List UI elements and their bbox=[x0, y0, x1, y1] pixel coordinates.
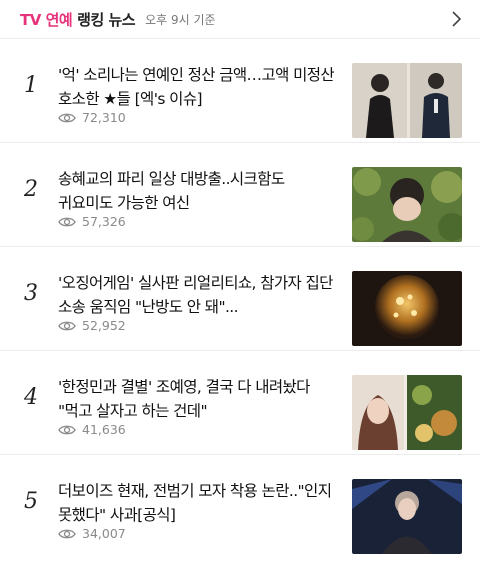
news-item[interactable]: 5 더보이즈 현재, 전범기 모자 착용 논란.."인지 못했다" 사과[공식]… bbox=[0, 455, 480, 558]
news-headline[interactable]: 더보이즈 현재, 전범기 모자 착용 논란.."인지 못했다" 사과[공식] bbox=[58, 479, 340, 527]
news-thumbnail[interactable] bbox=[352, 375, 462, 450]
eye-icon bbox=[58, 321, 76, 330]
news-thumbnail[interactable] bbox=[352, 63, 462, 138]
ranking-header[interactable]: TV 연예 랭킹 뉴스 오후 9시 기준 bbox=[0, 0, 480, 38]
news-thumbnail[interactable] bbox=[352, 167, 462, 242]
ranking-timestamp: 오후 9시 기준 bbox=[145, 12, 216, 27]
news-item[interactable]: 1 '억' 소리나는 연예인 정산 금액…고액 미정산 호소한 ★들 [엑's … bbox=[0, 39, 480, 143]
eye-icon bbox=[58, 217, 76, 226]
view-count-value: 72,310 bbox=[82, 110, 126, 125]
view-count: 34,007 bbox=[58, 526, 126, 541]
view-count: 52,952 bbox=[58, 318, 126, 333]
news-headline[interactable]: 송혜교의 파리 일상 대방출..시크함도 귀요미도 가능한 여신 bbox=[58, 167, 340, 215]
eye-icon bbox=[58, 425, 76, 434]
view-count-value: 52,952 bbox=[82, 318, 126, 333]
rank-number: 3 bbox=[24, 281, 38, 306]
view-count: 72,310 bbox=[58, 110, 126, 125]
view-count: 57,326 bbox=[58, 214, 126, 229]
ranking-list: 1 '억' 소리나는 연예인 정산 금액…고액 미정산 호소한 ★들 [엑's … bbox=[0, 38, 480, 558]
view-count-value: 41,636 bbox=[82, 422, 126, 437]
section-brand: TV 연예 bbox=[20, 10, 73, 29]
section-title: 랭킹 뉴스 bbox=[77, 10, 136, 29]
news-item[interactable]: 2 송혜교의 파리 일상 대방출..시크함도 귀요미도 가능한 여신 57,32… bbox=[0, 143, 480, 247]
news-thumbnail[interactable] bbox=[352, 271, 462, 346]
view-count: 41,636 bbox=[58, 422, 126, 437]
news-headline[interactable]: '억' 소리나는 연예인 정산 금액…고액 미정산 호소한 ★들 [엑's 이슈… bbox=[58, 63, 340, 111]
eye-icon bbox=[58, 529, 76, 538]
rank-number: 2 bbox=[24, 177, 38, 202]
news-headline[interactable]: '오징어게임' 실사판 리얼리티쇼, 참가자 집단 소송 움직임 "난방도 안 … bbox=[58, 271, 340, 319]
chevron-right-icon[interactable] bbox=[446, 9, 466, 29]
rank-number: 4 bbox=[24, 385, 38, 410]
news-item[interactable]: 4 '한정민과 결별' 조예영, 결국 다 내려놨다 "먹고 살자고 하는 건데… bbox=[0, 351, 480, 455]
news-thumbnail[interactable] bbox=[352, 479, 462, 554]
news-item[interactable]: 3 '오징어게임' 실사판 리얼리티쇼, 참가자 집단 소송 움직임 "난방도 … bbox=[0, 247, 480, 351]
news-headline[interactable]: '한정민과 결별' 조예영, 결국 다 내려놨다 "먹고 살자고 하는 건데" bbox=[58, 375, 340, 423]
eye-icon bbox=[58, 113, 76, 122]
rank-number: 1 bbox=[24, 73, 38, 98]
view-count-value: 34,007 bbox=[82, 526, 126, 541]
view-count-value: 57,326 bbox=[82, 214, 126, 229]
rank-number: 5 bbox=[24, 489, 38, 514]
